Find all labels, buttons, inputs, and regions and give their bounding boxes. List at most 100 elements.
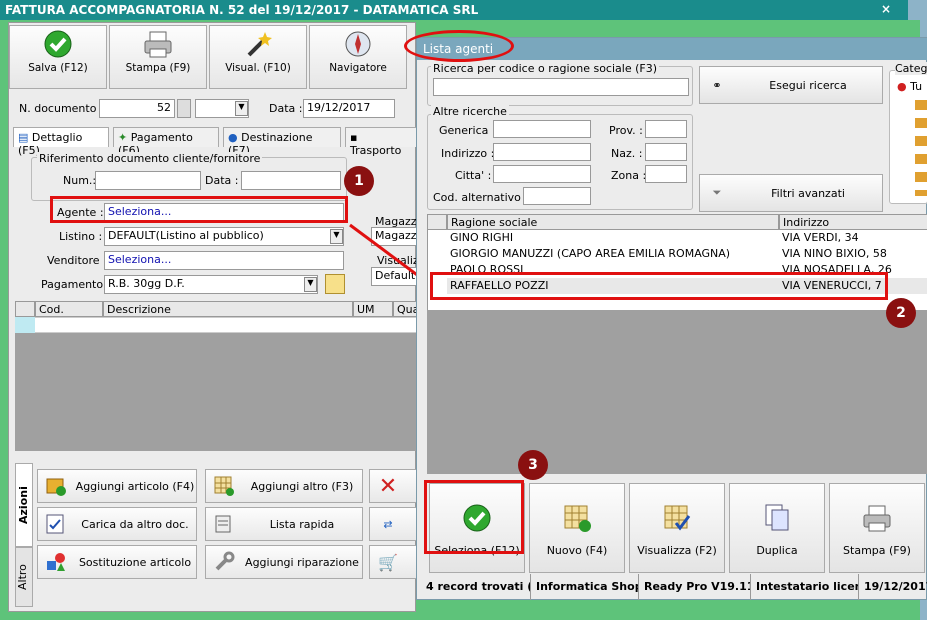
step-marker-1: 1 <box>344 166 374 196</box>
save-button[interactable]: Salva (F12) <box>9 25 107 89</box>
category-all[interactable]: ● Tu <box>897 80 922 93</box>
pagamento-select[interactable]: R.B. 30gg D.F. <box>104 275 318 294</box>
venditore-label: Venditore : <box>47 254 107 267</box>
visual-label: Visual. (F10) <box>225 62 291 74</box>
replace-article-label: Sostituzione articolo <box>78 555 192 569</box>
side-tab-azioni[interactable]: Azioni <box>15 463 33 547</box>
listino-select[interactable]: DEFAULT(Listino al pubblico) <box>104 227 344 246</box>
venditore-field[interactable]: Seleziona... <box>104 251 344 270</box>
naz-label: Naz. : <box>611 147 643 160</box>
compass-icon <box>345 31 371 57</box>
new-button[interactable]: Nuovo (F4) <box>529 483 625 573</box>
advanced-filter-button[interactable]: ⏷ Filtri avanzati <box>699 174 883 212</box>
grid-row[interactable] <box>15 317 417 333</box>
ref-date-field[interactable] <box>241 171 341 190</box>
grid-empty-area <box>15 333 417 451</box>
search-input[interactable] <box>433 78 689 96</box>
other-search-legend: Altre ricerche <box>431 105 509 118</box>
indirizzo-input[interactable] <box>493 143 591 161</box>
add-article-button[interactable]: Aggiungi articolo (F4) <box>37 469 197 503</box>
col-indirizzo[interactable]: Indirizzo <box>779 214 927 230</box>
cod-alt-input[interactable] <box>523 187 591 205</box>
reference-legend: Riferimento documento cliente/fornitore <box>37 152 263 165</box>
grid-col-cod[interactable]: Cod. <box>35 301 103 317</box>
print-button[interactable]: Stampa (F9) <box>109 25 207 89</box>
navigator-label: Navigatore <box>329 62 387 74</box>
chevron-down-icon[interactable]: ▼ <box>235 101 248 116</box>
ref-date-label: Data : <box>205 174 239 187</box>
grid-col-um[interactable]: UM <box>353 301 393 317</box>
money-icon: ✦ <box>118 131 128 144</box>
print-list-button[interactable]: Stampa (F9) <box>829 483 925 573</box>
highlight-selected-row <box>430 272 888 300</box>
check-icon <box>44 30 72 58</box>
tab-dettaglio[interactable]: ▤ Dettaglio (F5) <box>13 127 109 157</box>
status-license: Intestatario licenz <box>753 574 859 600</box>
table-cell-address[interactable]: VIA NINO BIXIO, 58 <box>779 246 927 262</box>
search-button[interactable]: ⚭ Esegui ricerca <box>699 66 883 104</box>
citta-input[interactable] <box>493 165 591 183</box>
grid-row-selector[interactable] <box>15 317 35 333</box>
table-row[interactable]: GIORGIO MANUZZI (CAPO AREA EMILIA ROMAGN… <box>447 246 779 262</box>
tab-pagamento[interactable]: ✦ Pagamento (F6) <box>113 127 219 157</box>
extra-action-button[interactable]: ⇄ <box>369 507 417 541</box>
add-repair-button[interactable]: Aggiungi riparazione <box>205 545 363 579</box>
zona-input[interactable] <box>645 165 687 183</box>
grid-check-icon <box>664 505 691 531</box>
replace-article-button[interactable]: Sostituzione articolo <box>37 545 197 579</box>
indirizzo-label: Indirizzo : <box>441 147 495 160</box>
doc-number-field[interactable]: 52 <box>99 99 175 118</box>
tab-trasporto[interactable]: ▪ Trasporto <box>345 127 417 157</box>
ref-num-field[interactable] <box>95 171 201 190</box>
load-from-doc-button[interactable]: Carica da altro doc. <box>37 507 197 541</box>
category-legend: Catego <box>895 62 927 75</box>
visual-button[interactable]: Visual. (F10) <box>209 25 307 89</box>
col-ragione-sociale[interactable]: Ragione sociale <box>447 214 779 230</box>
add-repair-label: Aggiungi riparazione <box>245 555 359 569</box>
grid-col-desc[interactable]: Descrizione <box>103 301 353 317</box>
tab-destinazione[interactable]: ● Destinazione (F7) <box>223 127 341 157</box>
listino-label: Listino : <box>59 230 103 243</box>
highlight-select-button <box>424 480 524 554</box>
grid-col-qta[interactable]: Qua <box>393 301 419 317</box>
generica-label: Generica : <box>439 124 496 137</box>
print-list-label: Stampa (F9) <box>843 544 911 557</box>
highlight-agent <box>50 196 348 223</box>
generica-input[interactable] <box>493 120 591 138</box>
grid-add-icon <box>206 475 242 497</box>
date-field[interactable]: 19/12/2017 <box>303 99 395 118</box>
grid-add-icon <box>564 505 591 532</box>
cart-button[interactable]: 🛒 <box>369 545 417 579</box>
shapes-icon <box>38 551 74 573</box>
view-button-label: Visualizza (F2) <box>637 544 717 557</box>
duplicate-button-label: Duplica <box>756 544 798 557</box>
zona-label: Zona : <box>611 169 647 182</box>
funnel-icon: ⏷ <box>712 186 722 199</box>
duplicate-button[interactable]: Duplica <box>729 483 825 573</box>
side-tab-altro[interactable]: Altro <box>15 547 33 607</box>
chevron-down-icon[interactable]: ▼ <box>304 277 317 292</box>
window-title: FATTURA ACCOMPAGNATORIA N. 52 del 19/12/… <box>0 0 908 20</box>
status-company: Informatica Shop <box>533 574 639 600</box>
search-button-label: Esegui ricerca <box>769 78 847 92</box>
strawberry-icon: ● <box>897 80 907 93</box>
delete-x-icon: ✕ <box>378 473 398 499</box>
add-other-button[interactable]: Aggiungi altro (F3) <box>205 469 363 503</box>
navigator-button[interactable]: Navigatore <box>309 25 407 89</box>
quick-list-button[interactable]: Lista rapida <box>205 507 363 541</box>
add-article-label: Aggiungi articolo (F4) <box>75 479 195 493</box>
close-icon[interactable]: × <box>881 2 891 16</box>
doc-number-label: N. documento : <box>19 102 104 115</box>
table-cell-address[interactable]: VIA VERDI, 34 <box>779 230 927 246</box>
box-add-icon <box>38 475 74 497</box>
naz-input[interactable] <box>645 143 687 161</box>
view-button[interactable]: Visualizza (F2) <box>629 483 725 573</box>
table-row[interactable]: GINO RIGHI <box>447 230 779 246</box>
prov-input[interactable] <box>645 120 687 138</box>
step-marker-2: 2 <box>886 298 916 328</box>
status-version: Ready Pro V19.11. <box>641 574 751 600</box>
load-from-doc-label: Carica da altro doc. <box>81 517 189 531</box>
truck-icon: ▪ <box>350 131 358 144</box>
doc-number-spin[interactable] <box>177 99 191 118</box>
delete-button[interactable]: ✕ <box>369 469 417 503</box>
